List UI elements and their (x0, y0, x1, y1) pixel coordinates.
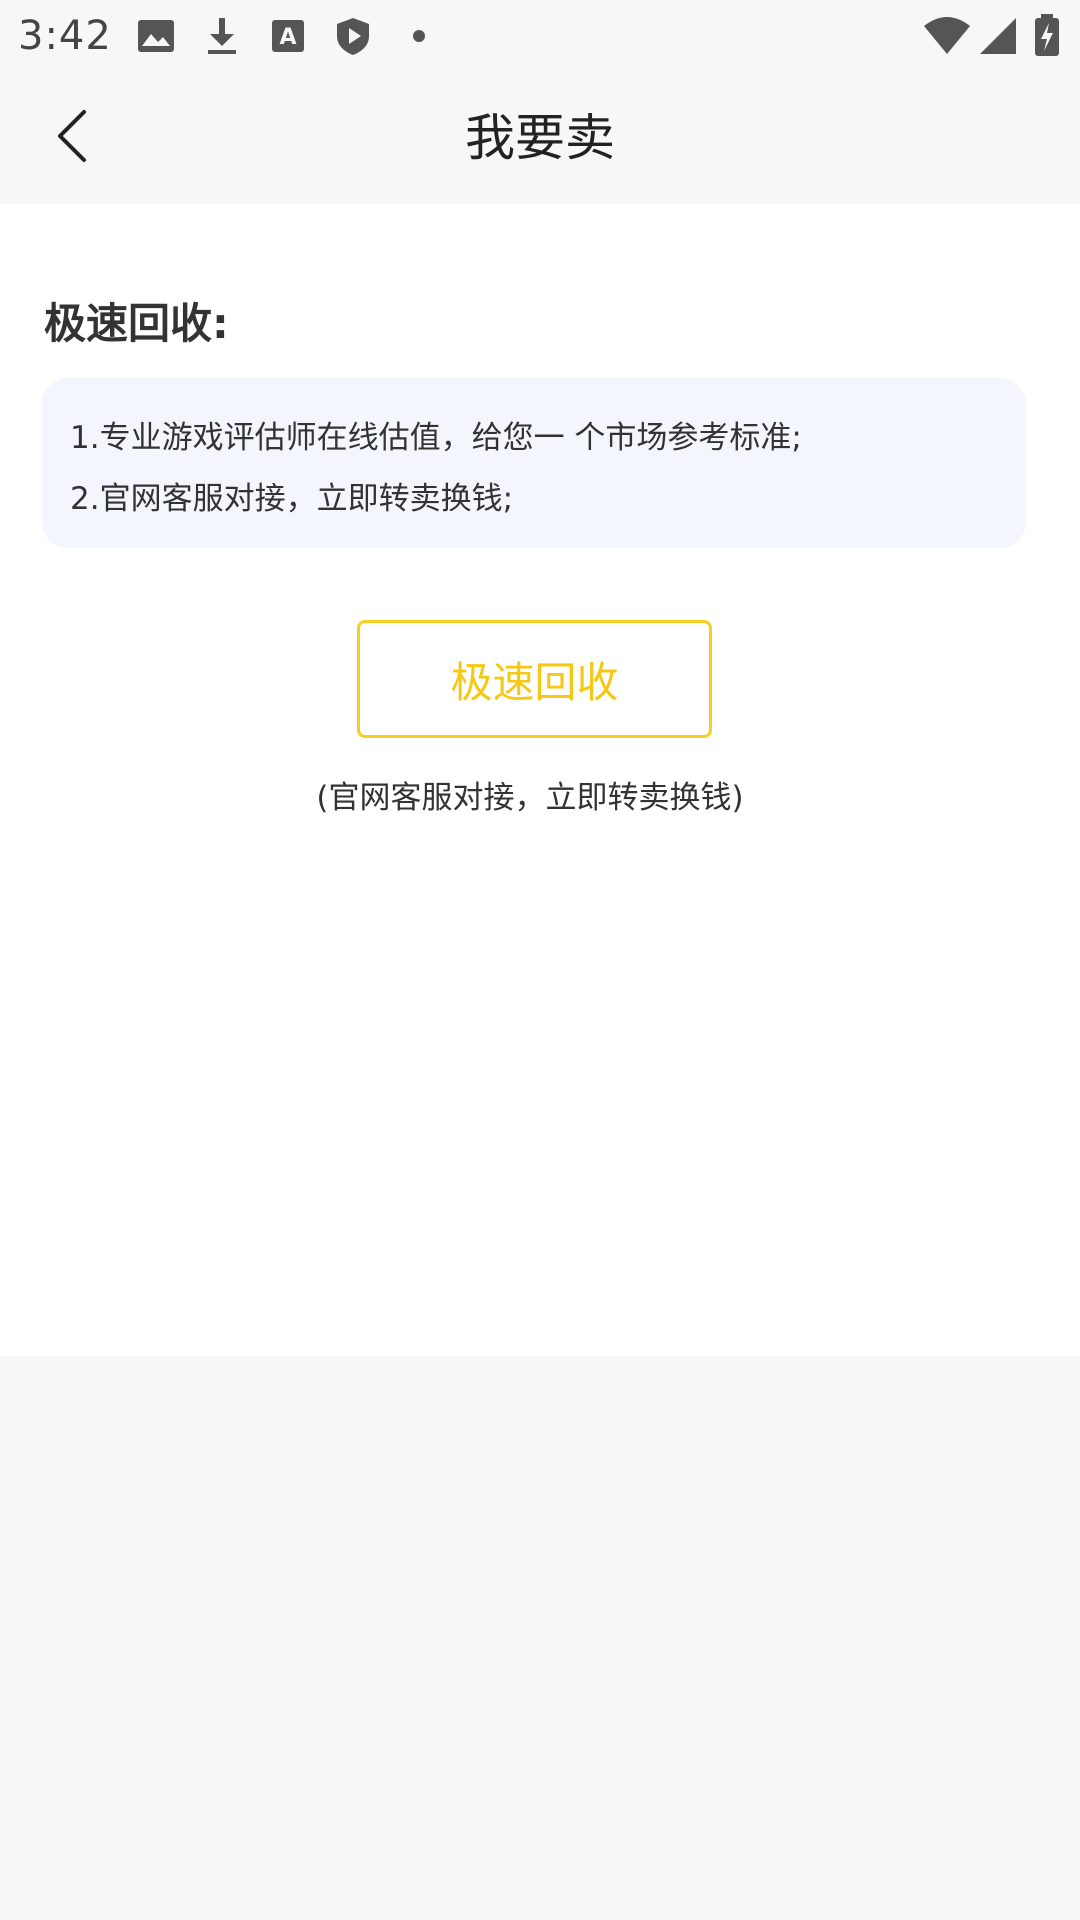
battery-icon (1032, 14, 1076, 58)
signal-icon (978, 14, 1022, 58)
info-card: 1.专业游戏评估师在线估值，给您一 个市场参考标准; 2.官网客服对接，立即转卖… (42, 378, 1026, 548)
main-content: 极速回收: 1.专业游戏评估师在线估值，给您一 个市场参考标准; 2.官网客服对… (0, 204, 1080, 1356)
download-icon (200, 14, 244, 58)
status-bar: 3:42 A (0, 0, 1080, 72)
app-header: 我要卖 (0, 72, 1080, 204)
chevron-left-icon (52, 106, 92, 170)
button-caption: (官网客服对接，立即转卖换钱) (316, 780, 744, 816)
shield-play-icon (331, 14, 375, 58)
info-line-2: 2.官网客服对接，立即转卖换钱; (70, 481, 514, 517)
image-icon (134, 14, 178, 58)
status-time: 3:42 (18, 13, 112, 59)
font-a-icon: A (266, 14, 310, 58)
info-line-1: 1.专业游戏评估师在线估值，给您一 个市场参考标准; (70, 420, 802, 456)
quick-recycle-button[interactable]: 极速回收 (357, 620, 712, 738)
back-button[interactable] (30, 96, 114, 180)
page-title: 我要卖 (465, 109, 615, 167)
dot-icon (397, 14, 441, 58)
svg-text:A: A (279, 25, 296, 50)
wifi-icon (922, 14, 970, 58)
section-title: 极速回收: (44, 299, 229, 348)
